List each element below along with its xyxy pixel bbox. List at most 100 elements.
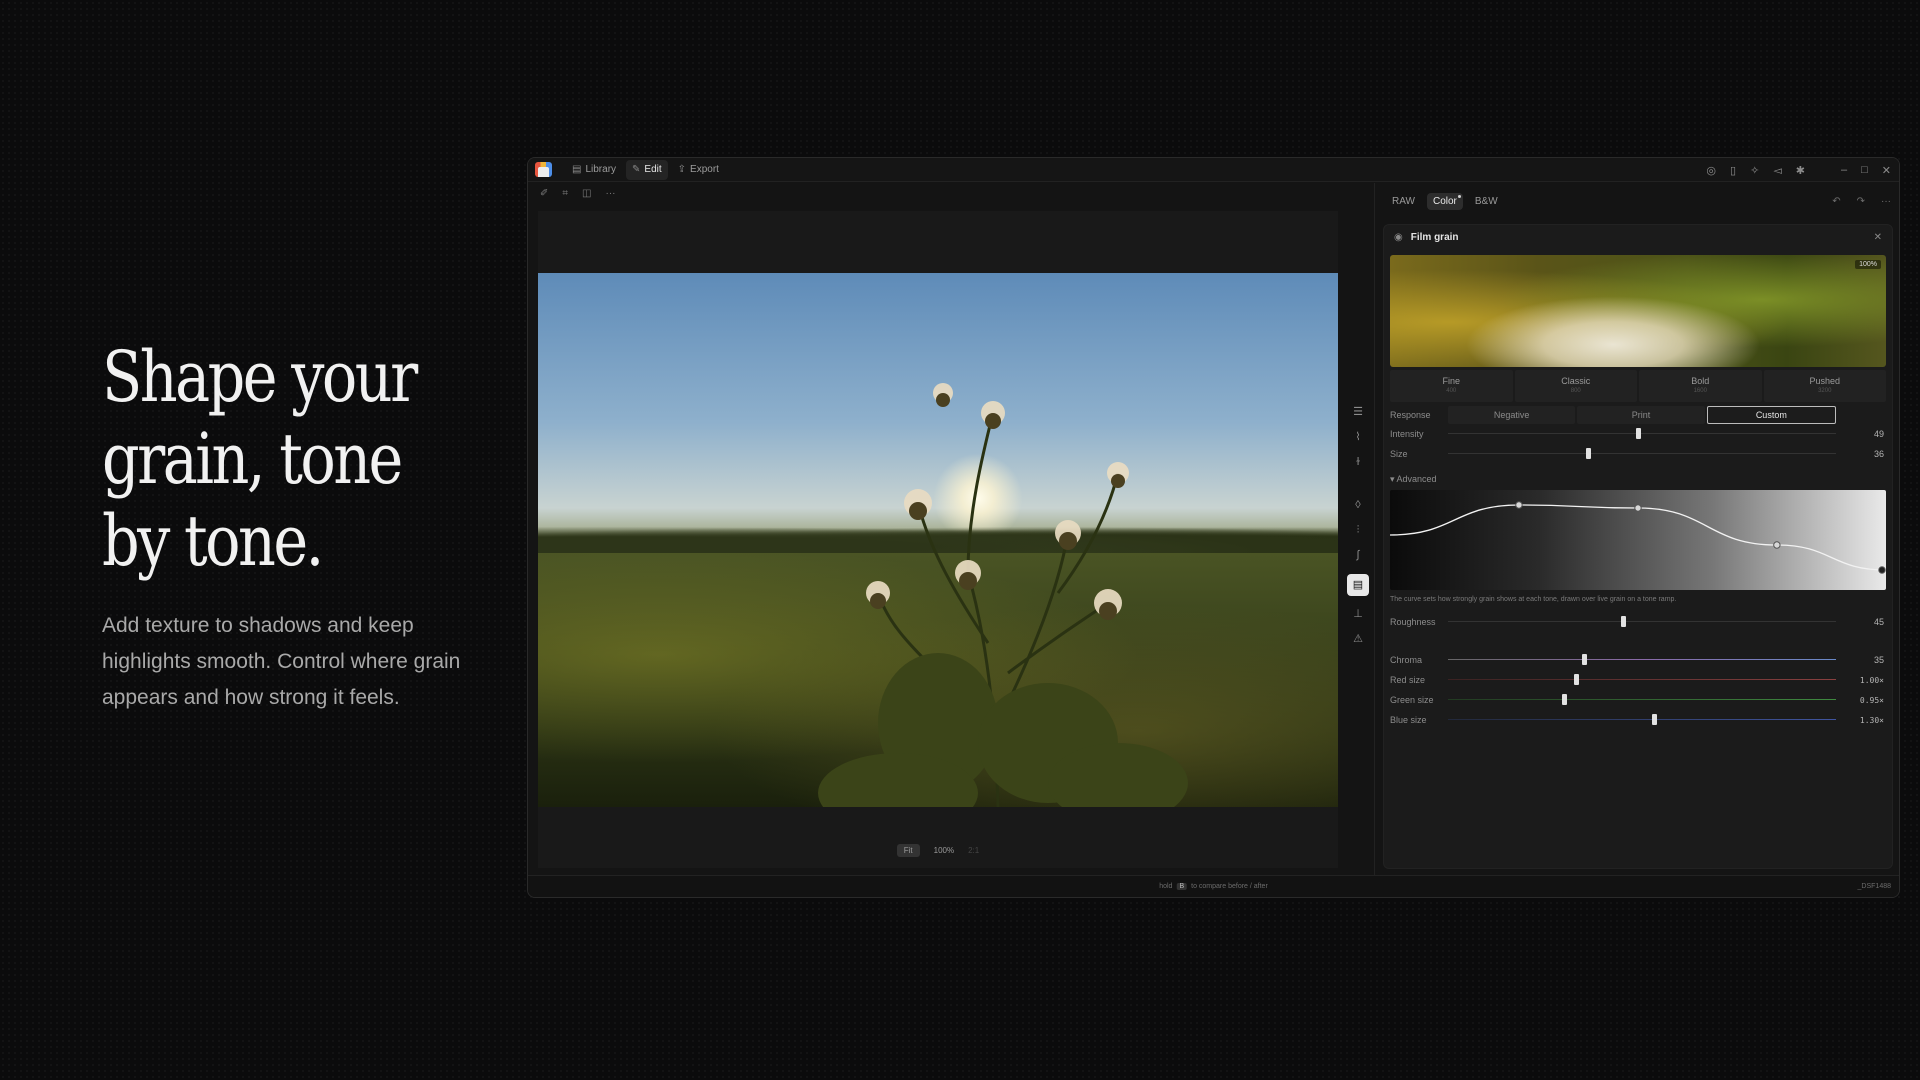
zoom-2to1-button[interactable]: 2:1 <box>968 846 979 855</box>
minimize-icon[interactable]: – <box>1841 164 1847 176</box>
more-icon[interactable]: ··· <box>605 188 615 199</box>
blue-size-slider[interactable] <box>1448 713 1836 727</box>
tab-library[interactable]: ▤ Library <box>566 160 622 180</box>
preset-iso: 1600 <box>1693 388 1707 394</box>
tone-curve[interactable] <box>1390 490 1886 590</box>
slider-thumb[interactable] <box>1636 428 1642 439</box>
curve-control-point[interactable] <box>1878 566 1886 574</box>
megaphone-icon[interactable]: ◅ <box>1773 164 1781 177</box>
preset-iso: 3200 <box>1818 388 1832 394</box>
blue-size-label: Blue size <box>1390 715 1427 725</box>
sliders-icon[interactable]: ⫶ <box>1357 518 1360 543</box>
slider-thumb[interactable] <box>1574 674 1580 685</box>
zoom-100-button[interactable]: 100% <box>934 846 954 855</box>
preset-fine[interactable]: Fine 400 <box>1390 370 1513 402</box>
slider-thumb[interactable] <box>1562 694 1568 705</box>
size-slider[interactable] <box>1448 447 1836 461</box>
warning-icon[interactable]: ⚠ <box>1353 627 1363 652</box>
preset-pushed[interactable]: Pushed 3200 <box>1763 370 1886 402</box>
compare-icon[interactable]: ◫ <box>582 188 591 199</box>
maximize-icon[interactable]: □ <box>1861 164 1868 176</box>
hint-key: B <box>1176 883 1188 890</box>
panel-more-icon[interactable]: ··· <box>1881 196 1891 207</box>
library-icon: ▤ <box>572 164 582 175</box>
app-logo-icon <box>535 162 552 177</box>
intensity-slider[interactable] <box>1448 427 1836 441</box>
preset-bold[interactable]: Bold 1600 <box>1639 370 1762 402</box>
tab-label: Edit <box>644 164 662 175</box>
tool-rail: ☰ ⌇ ɫ ◊ ⫶ ∫ ▤ ⊥ ⚠ <box>1347 400 1369 652</box>
green-size-label: Green size <box>1390 695 1434 705</box>
photo[interactable] <box>538 273 1338 807</box>
image-canvas[interactable]: Fit 100% 2:1 <box>538 211 1338 868</box>
response-selector: Negative Print Custom <box>1448 406 1836 424</box>
response-negative[interactable]: Negative <box>1448 406 1576 424</box>
zoom-fit-button[interactable]: Fit <box>896 844 920 857</box>
response-custom[interactable]: Custom <box>1706 406 1836 424</box>
chroma-value: 35 <box>1873 655 1884 665</box>
mode-color[interactable]: Color <box>1426 192 1463 210</box>
mode-raw[interactable]: RAW <box>1386 193 1421 210</box>
mode-bw[interactable]: B&W <box>1469 193 1504 210</box>
mode-switcher: RAW Color B&W ↶ ↷ ··· <box>1375 183 1899 219</box>
chart-icon[interactable]: ⊥ <box>1353 602 1363 627</box>
curve-control-point[interactable] <box>1515 501 1523 509</box>
book-icon[interactable]: ▯ <box>1730 164 1736 177</box>
hero-title: Shape your grain, tone by tone. <box>102 336 455 582</box>
crop-icon[interactable]: ⌗ <box>562 188 568 199</box>
curve-control-point[interactable] <box>1634 504 1642 512</box>
advanced-toggle[interactable]: ▾ Advanced <box>1390 474 1437 485</box>
red-size-label: Red size <box>1390 675 1426 685</box>
red-size-slider[interactable] <box>1448 673 1836 687</box>
roughness-label: Roughness <box>1390 617 1436 627</box>
slider-thumb[interactable] <box>1651 714 1657 725</box>
editor-toolstrip: ✐ ⌗ ◫ ··· <box>540 188 615 199</box>
slider-thumb[interactable] <box>1585 448 1591 459</box>
red-size-value: 1.00× <box>1859 676 1884 685</box>
preset-iso: 400 <box>1446 388 1457 394</box>
panel-tools: ↶ ↷ ··· <box>1832 183 1891 219</box>
adjustments-panel: RAW Color B&W ↶ ↷ ··· ◉ Film grain ✕ 100… <box>1375 183 1899 875</box>
histogram-icon[interactable]: ⌇ <box>1355 425 1360 450</box>
card-close-icon[interactable]: ✕ <box>1874 232 1882 243</box>
sparkle-icon[interactable]: ✧ <box>1750 164 1759 177</box>
close-icon[interactable]: ✕ <box>1882 164 1891 177</box>
response-print[interactable]: Print <box>1577 406 1705 424</box>
temperature-icon[interactable]: ɫ <box>1356 450 1360 475</box>
curve-icon[interactable]: ∫ <box>1356 543 1359 568</box>
tab-edit[interactable]: ✎ Edit <box>626 159 668 180</box>
hero-title-line: Shape your <box>102 336 418 418</box>
chroma-slider[interactable] <box>1448 653 1836 667</box>
tab-export[interactable]: ⇪ Export <box>672 160 725 180</box>
preset-classic[interactable]: Classic 800 <box>1514 370 1637 402</box>
green-size-slider[interactable] <box>1448 693 1836 707</box>
status-bar: hold B to compare before / after _DSF148… <box>528 875 1899 897</box>
tab-label: Library <box>585 164 617 175</box>
drop-icon[interactable]: ◊ <box>1355 493 1360 518</box>
hint-pre: hold <box>1159 883 1173 890</box>
photo-thistles <box>818 383 1188 807</box>
layers-icon[interactable]: ☰ <box>1353 400 1363 425</box>
preview-zoom-badge: 100% <box>1855 260 1881 269</box>
roughness-slider[interactable] <box>1448 615 1836 629</box>
green-size-value: 0.95× <box>1859 696 1884 705</box>
curve-hint: The curve sets how strongly grain shows … <box>1390 596 1677 603</box>
grain-panel-icon[interactable]: ▤ <box>1347 574 1369 596</box>
undo-icon[interactable]: ↶ <box>1832 196 1840 207</box>
hint-post: to compare before / after <box>1191 883 1268 890</box>
blue-size-value: 1.30× <box>1859 716 1884 725</box>
intensity-label: Intensity <box>1390 429 1424 439</box>
globe-icon[interactable]: ◎ <box>1706 164 1716 177</box>
gear-icon[interactable]: ✱ <box>1796 164 1805 177</box>
title-bar: ▤ Library ✎ Edit ⇪ Export ◎ ▯ ✧ ◅ ✱ – □ … <box>528 158 1899 182</box>
curve-control-point[interactable] <box>1773 541 1781 549</box>
slider-thumb[interactable] <box>1620 616 1626 627</box>
preset-name: Pushed <box>1809 376 1841 386</box>
tone-curve-editor[interactable] <box>1390 490 1886 590</box>
app-window: ▤ Library ✎ Edit ⇪ Export ◎ ▯ ✧ ◅ ✱ – □ … <box>527 157 1900 898</box>
visibility-eye-icon[interactable]: ◉ <box>1394 232 1403 243</box>
pen-icon[interactable]: ✐ <box>540 188 548 199</box>
redo-icon[interactable]: ↷ <box>1857 196 1865 207</box>
slider-thumb[interactable] <box>1581 654 1587 665</box>
tab-label: Export <box>690 164 719 175</box>
